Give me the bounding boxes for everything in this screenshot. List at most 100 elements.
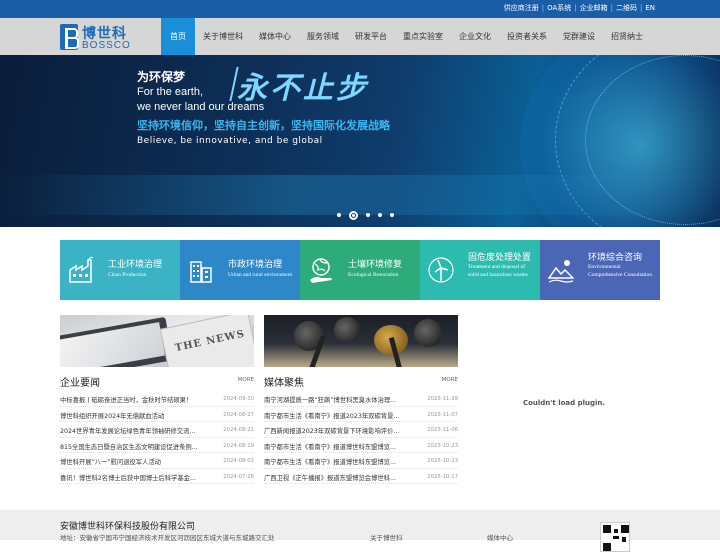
- utility-links: 供应商注册 | OA系统 | 企业邮箱 | 二维码 | EN: [501, 3, 658, 13]
- tile-name: 土壤环境修复: [348, 260, 403, 270]
- plugin-placeholder: Couldn't load plugin.: [468, 315, 660, 487]
- tile-municipal[interactable]: 市政环境治理 Urban and rural environment: [180, 240, 300, 300]
- list-item-date: 2024-08-27: [223, 411, 254, 418]
- list-item[interactable]: 中标喜报丨砥砺奋进正当时，金秋时节结硕果！ 2024-09-30: [60, 391, 254, 407]
- nav-investor[interactable]: 投资者关系: [499, 18, 555, 55]
- list-item[interactable]: 南宁都市生活《看南宁》报道博世科东盟博览... 2023-10-23: [264, 453, 458, 469]
- site-footer: 安徽博世科环保科技股份有限公司 地址：安徽省宁国市宁国经济技术开发区河沥园区东城…: [0, 510, 720, 552]
- news-image[interactable]: THE NEWS: [60, 315, 254, 367]
- list-item-title[interactable]: 博世科开展“八一”慰问退役军人活动: [60, 457, 220, 466]
- tablet-graphic: [60, 316, 173, 367]
- nav-home[interactable]: 首页: [161, 18, 195, 55]
- list-item-date: 2023-10-23: [427, 442, 458, 449]
- list-item-date: 2023-10-23: [427, 458, 458, 464]
- list-item-date: 2023-11-06: [427, 427, 458, 433]
- list-item-date: 2024-09-30: [223, 396, 254, 402]
- factory-icon: [69, 256, 94, 283]
- list-item-title[interactable]: 博世科组织开展2024年无偿献血活动: [60, 411, 220, 420]
- tile-consulting[interactable]: 环境综合咨询 Environmental Comprehensive Consul…: [540, 240, 660, 300]
- business-tiles: 工业环境治理 Clean Production 市政环境治理 Urban and…: [60, 240, 660, 300]
- buildings-icon: [190, 261, 212, 283]
- site-header: 博世科 BOSSCO 首页 关于博世科 媒体中心 服务领域 研发平台 重点实验室…: [0, 18, 720, 55]
- media-more-link[interactable]: MORE: [442, 377, 458, 383]
- slide-dot-active[interactable]: [349, 210, 358, 220]
- list-item-date: 2024-08-02: [223, 458, 254, 464]
- hero-banner[interactable]: 为环保梦 For the earth, we never land our dr…: [0, 55, 720, 227]
- slide-dot[interactable]: [390, 213, 394, 217]
- light-streak: [0, 175, 720, 215]
- supplier-register-link[interactable]: 供应商注册: [501, 3, 542, 13]
- list-item[interactable]: 南宁都市生活《看南宁》报道2023年双碳背景... 2023-11-07: [264, 407, 458, 422]
- nav-lab[interactable]: 重点实验室: [395, 18, 451, 55]
- footer-address: 地址：安徽省宁国市宁国经济技术开发区河沥园区东城大道与东城路交汇处: [60, 534, 275, 542]
- news-list: 中标喜报丨砥砺奋进正当时，金秋时节结硕果！ 2024-09-30 博世科组织开展20…: [60, 391, 254, 484]
- media-title: 媒体聚焦: [264, 378, 304, 389]
- list-item-title[interactable]: 广西卫视《正午播报》报道东盟博览会博世科...: [264, 473, 424, 482]
- tile-industrial[interactable]: 工业环境治理 Clean Production: [60, 240, 180, 300]
- tile-soil[interactable]: 土壤环境修复 Ecological Restoration: [300, 240, 420, 300]
- news-column: THE NEWS 企业要闻 MORE 中标喜报丨砥砺奋进正当时，金秋时节结硕果！…: [60, 315, 254, 484]
- list-item[interactable]: 南宁河湖提质一路“狂飙”博世科黑臭水体治理... 2023-11-29: [264, 391, 458, 407]
- list-item[interactable]: 喜讯！博世科2名博士后获中国博士后科学基金... 2024-07-26: [60, 469, 254, 484]
- microphone-graphic: [334, 317, 360, 343]
- list-item-date: 2023-11-29: [427, 396, 458, 402]
- main-nav: 首页 关于博世科 媒体中心 服务领域 研发平台 重点实验室 企业文化 投资者关系…: [161, 18, 651, 55]
- newspaper-headline: THE NEWS: [174, 328, 246, 355]
- list-item-title[interactable]: 南宁河湖提质一路“狂飙”博世科黑臭水体治理...: [264, 395, 424, 404]
- list-item-date: 2024-08-21: [223, 427, 254, 433]
- news-more-link[interactable]: MORE: [238, 377, 254, 383]
- list-item-date: 2023-10-17: [427, 473, 458, 480]
- banner-line2: For the earth,: [137, 86, 204, 98]
- qrcode-link[interactable]: 二维码: [613, 3, 640, 13]
- list-item-title[interactable]: 南宁都市生活《看南宁》报道博世科东盟博览...: [264, 457, 424, 466]
- footer-link-media[interactable]: 媒体中心: [487, 532, 513, 542]
- list-item-title[interactable]: 喜讯！博世科2名博士后获中国博士后科学基金...: [60, 473, 220, 482]
- list-item[interactable]: 南宁都市生活《看南宁》报道博世科东盟博览... 2023-10-23: [264, 438, 458, 453]
- tile-sub: Urban and rural environment: [228, 272, 292, 278]
- news-title: 企业要闻: [60, 378, 100, 389]
- list-item-title[interactable]: 南宁都市生活《看南宁》报道博世科东盟博览...: [264, 442, 424, 451]
- list-item-date: 2023-11-07: [427, 411, 458, 418]
- nav-party[interactable]: 党群建设: [555, 18, 603, 55]
- list-item[interactable]: 博世科组织开展2024年无偿献血活动 2024-08-27: [60, 407, 254, 422]
- logo-b-icon: [60, 24, 79, 50]
- nav-services[interactable]: 服务领域: [299, 18, 347, 55]
- list-item[interactable]: 博世科开展“八一”慰问退役军人活动 2024-08-02: [60, 453, 254, 469]
- top-utility-bar: 供应商注册 | OA系统 | 企业邮箱 | 二维码 | EN: [0, 0, 720, 18]
- list-item-title[interactable]: 南宁都市生活《看南宁》报道2023年双碳背景...: [264, 411, 424, 420]
- logo-en: BOSSCO: [82, 40, 131, 51]
- media-image[interactable]: [264, 315, 458, 367]
- slide-dot[interactable]: [378, 213, 382, 217]
- media-header: 媒体聚焦 MORE: [264, 372, 458, 389]
- nav-careers[interactable]: 招贤纳士: [603, 18, 651, 55]
- tile-sub: Environmental Comprehensive Consultation: [588, 264, 653, 278]
- list-item-title[interactable]: 815全国生态日暨自治区生态文明建设促进条例...: [60, 442, 220, 451]
- nav-culture[interactable]: 企业文化: [451, 18, 499, 55]
- footer-link-about[interactable]: 关于博世科: [370, 532, 403, 542]
- oa-system-link[interactable]: OA系统: [544, 3, 574, 13]
- tile-name: 固危废处理处置: [468, 253, 532, 263]
- tile-sub: Ecological Restoration: [348, 272, 399, 278]
- slide-dot[interactable]: [366, 213, 370, 217]
- list-item[interactable]: 815全国生态日暨自治区生态文明建设促进条例... 2024-08-19: [60, 438, 254, 453]
- list-item[interactable]: 广西卫视《正午播报》报道东盟博览会博世科... 2023-10-17: [264, 469, 458, 484]
- list-item[interactable]: 广西新闻报道2023年双碳背景下环境影响评价... 2023-11-06: [264, 422, 458, 438]
- tile-sub: Clean Production: [108, 272, 147, 278]
- nav-about[interactable]: 关于博世科: [195, 18, 251, 55]
- newspaper-graphic: THE NEWS: [159, 315, 254, 367]
- list-item[interactable]: 2024世界青年发展论坛绿色青年领袖研修交流... 2024-08-21: [60, 422, 254, 438]
- english-link[interactable]: EN: [642, 4, 658, 12]
- banner-slogan-en: Believe, be innovative, and be global: [137, 136, 323, 146]
- banner-slogan: 坚持环境信仰，坚持自主创新，坚持国际化发展战略: [137, 119, 390, 132]
- bossco-logo[interactable]: 博世科 BOSSCO: [60, 24, 160, 51]
- tile-waste[interactable]: 固危废处理处置 Treatment and disposal of solid a…: [420, 240, 540, 300]
- list-item-title[interactable]: 广西新闻报道2023年双碳背景下环境影响评价...: [264, 426, 424, 435]
- tile-name: 环境综合咨询: [588, 253, 643, 263]
- slide-dot[interactable]: [337, 213, 341, 217]
- nav-media[interactable]: 媒体中心: [251, 18, 299, 55]
- company-email-link[interactable]: 企业邮箱: [577, 3, 611, 13]
- nav-rnd[interactable]: 研发平台: [347, 18, 395, 55]
- list-item-title[interactable]: 2024世界青年发展论坛绿色青年领袖研修交流...: [60, 426, 220, 435]
- list-item-title[interactable]: 中标喜报丨砥砺奋进正当时，金秋时节结硕果！: [60, 395, 220, 404]
- wind-turbine-icon: [428, 257, 454, 283]
